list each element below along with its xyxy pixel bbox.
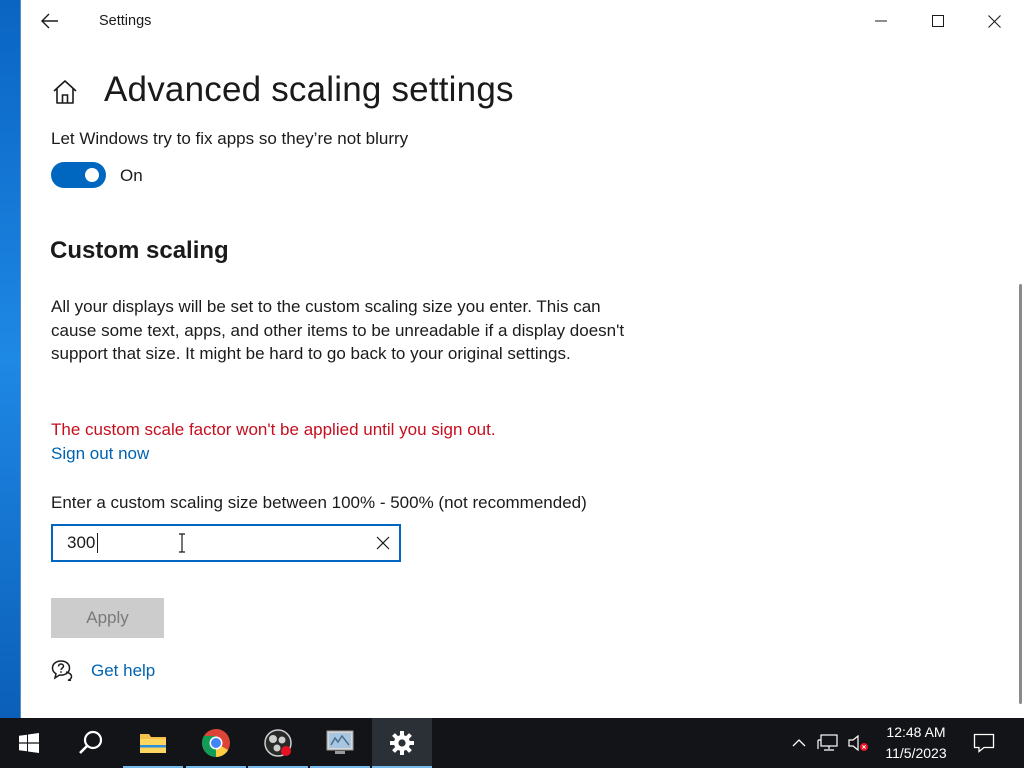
start-button[interactable] (0, 718, 58, 768)
taskbar-remote-desktop[interactable] (310, 718, 370, 768)
notification-icon (973, 733, 995, 753)
back-arrow-icon (41, 13, 58, 29)
chrome-icon (202, 729, 230, 757)
scrollbar-thumb[interactable] (1019, 284, 1022, 704)
clock-date: 11/5/2023 (885, 745, 947, 761)
custom-scaling-description: All your displays will be set to the cus… (51, 297, 625, 363)
custom-scaling-input[interactable] (53, 526, 363, 560)
text-caret (97, 533, 98, 553)
minimize-button[interactable] (852, 0, 909, 42)
home-icon[interactable] (51, 78, 79, 106)
taskbar-search-button[interactable] (61, 718, 121, 768)
help-chat-icon (51, 660, 73, 681)
toggle-knob (85, 168, 99, 182)
custom-scaling-input-label: Enter a custom scaling size between 100%… (51, 493, 587, 512)
taskbar-chrome[interactable] (186, 718, 246, 768)
title-bar: Settings (21, 0, 1024, 42)
remote-desktop-icon (326, 730, 354, 754)
maximize-button[interactable] (909, 0, 966, 42)
settings-window: Settings Advanced scaling settings Let W… (20, 0, 1024, 718)
minimize-icon (874, 20, 887, 22)
ibeam-cursor-icon (179, 533, 185, 553)
close-button[interactable] (966, 0, 1023, 42)
get-help-link[interactable]: Get help (91, 661, 155, 681)
custom-scaling-heading: Custom scaling (50, 237, 229, 264)
page-title: Advanced scaling settings (104, 70, 514, 109)
obs-icon (264, 729, 292, 757)
taskbar-obs[interactable] (248, 718, 308, 768)
toggle-state-label: On (120, 166, 143, 185)
action-center-button[interactable] (964, 718, 1004, 768)
fix-blurry-apps-label: Let Windows try to fix apps so they’re n… (51, 129, 409, 148)
scrollbar[interactable] (1018, 42, 1022, 708)
volume-button[interactable] (845, 718, 871, 768)
start-icon (19, 733, 39, 753)
taskbar-settings[interactable] (372, 718, 432, 768)
maximize-icon (931, 15, 944, 27)
settings-icon (390, 731, 414, 755)
show-hidden-icons-button[interactable] (786, 718, 812, 768)
network-status-button[interactable] (815, 718, 841, 768)
taskbar-file-explorer[interactable] (123, 718, 183, 768)
taskbar-clock[interactable]: 12:48 AM 11/5/2023 (872, 722, 960, 764)
clear-input-icon[interactable] (375, 535, 391, 551)
fix-blurry-apps-toggle[interactable] (51, 162, 106, 188)
desktop-background (0, 0, 20, 718)
search-icon (79, 730, 103, 754)
taskbar: 12:48 AM 11/5/2023 (0, 718, 1024, 768)
volume-muted-icon (848, 734, 868, 752)
window-title: Settings (99, 13, 152, 29)
sign-out-now-link[interactable]: Sign out now (51, 444, 149, 464)
chevron-up-icon (792, 739, 806, 747)
close-icon (988, 14, 1001, 28)
sign-out-warning: The custom scale factor won't be applied… (51, 420, 496, 439)
back-button[interactable] (35, 8, 65, 34)
apply-button[interactable]: Apply (51, 598, 164, 638)
file-explorer-icon (140, 734, 166, 753)
network-icon (817, 734, 838, 751)
custom-scaling-field[interactable] (51, 524, 401, 562)
clock-time: 12:48 AM (886, 724, 946, 740)
